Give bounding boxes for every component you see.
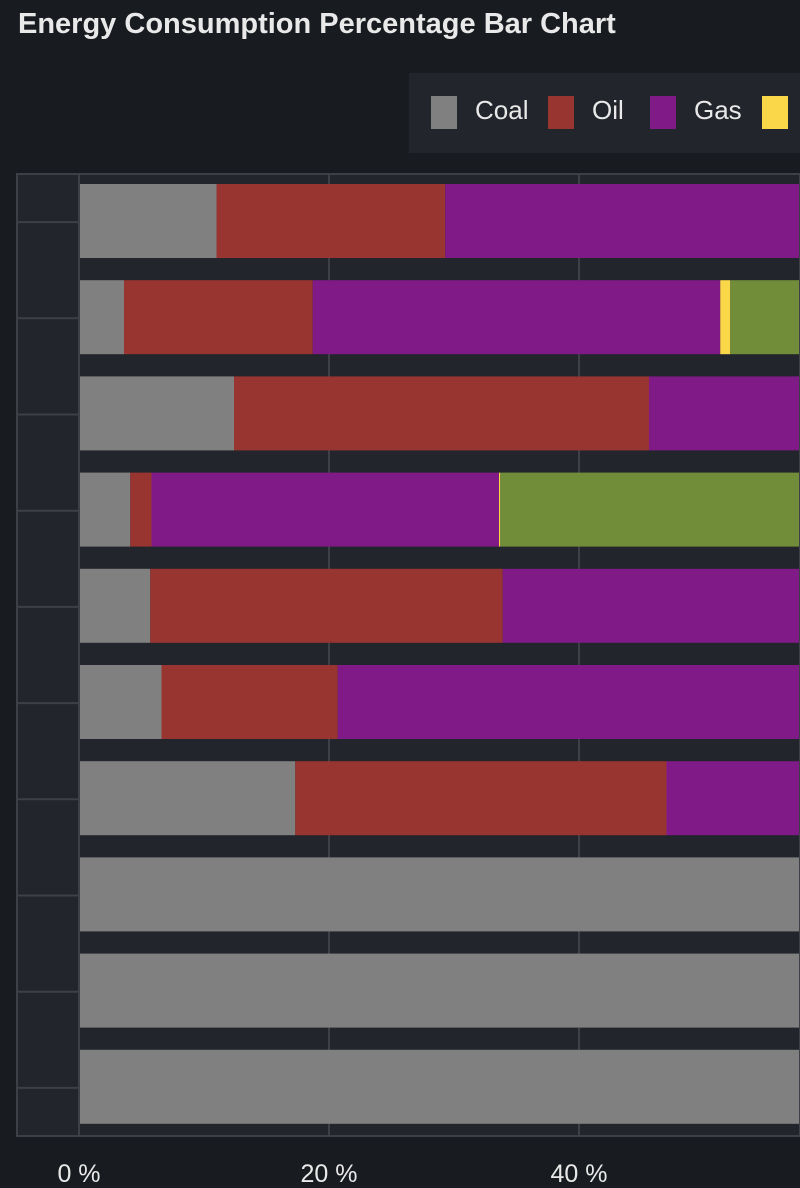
bar-row-2-series-2 <box>124 280 313 355</box>
chart-plot: 0 %20 %40 %6 <box>16 173 800 1188</box>
bar-row-4-series-4 <box>499 472 501 547</box>
bar-row-2-series-4 <box>720 280 731 355</box>
bar-row-7-series-3 <box>666 761 800 836</box>
bar-row-2-series-1 <box>79 280 124 355</box>
bar-row-5-series-2 <box>150 568 503 643</box>
bar-row-6-series-3 <box>337 665 800 739</box>
bar-row-1-series-2 <box>216 184 446 258</box>
x-axis-ticks: 0 %20 %40 %6 <box>57 1160 608 1188</box>
x-tick-label-0: 0 % <box>57 1160 100 1188</box>
bar-row-6-series-1 <box>79 665 162 739</box>
bar-row-4-series-1 <box>79 472 131 547</box>
bar-row-6-series-2 <box>161 665 338 739</box>
bar-row-3-series-1 <box>79 376 234 451</box>
bar-row-5-series-3 <box>502 568 800 643</box>
bar-row-1-series-3 <box>445 184 800 258</box>
bar-row-7-series-1 <box>79 761 296 836</box>
x-tick-label-2: 40 % <box>551 1160 608 1188</box>
bar-row-4-series-5 <box>500 472 800 547</box>
bar-row-4-series-3 <box>151 472 499 547</box>
bar-row-9-series-1 <box>79 953 800 1028</box>
bar-row-1-series-1 <box>79 184 217 258</box>
bar-row-8-series-1 <box>79 857 800 932</box>
bar-row-7-series-2 <box>295 761 667 836</box>
bar-row-4-series-2 <box>130 472 152 547</box>
bar-row-5-series-1 <box>79 568 151 643</box>
bar-row-3-series-3 <box>649 376 800 451</box>
bar-row-2-series-3 <box>312 280 721 355</box>
bar-row-3-series-2 <box>234 376 649 451</box>
x-tick-label-1: 20 % <box>301 1160 358 1188</box>
bar-row-2-series-5 <box>730 280 800 355</box>
bar-row-10-series-1 <box>79 1049 800 1124</box>
